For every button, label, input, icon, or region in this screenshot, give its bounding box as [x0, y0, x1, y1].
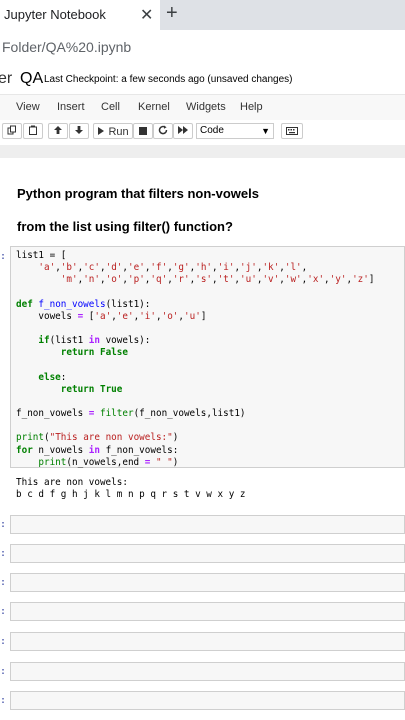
fast-forward-icon [178, 126, 188, 134]
cell-prompt: : [0, 666, 7, 677]
url-text: Folder/QA%20.ipynb [2, 39, 132, 55]
arrow-up-icon [54, 126, 62, 134]
output-line-2: b c d f g h j k l m n p q r s t v w x y … [16, 489, 246, 501]
copy-button[interactable] [2, 123, 22, 139]
output-line-1: This are non vowels: [16, 477, 128, 488]
markdown-heading-line-1: Python program that filters non-vowels [17, 186, 259, 201]
cell-prompt: : [0, 548, 7, 559]
copy-icon [7, 125, 16, 135]
notebook-header: er QA Last Checkpoint: a few seconds ago… [0, 64, 405, 94]
menu-kernel[interactable]: Kernel [138, 101, 170, 113]
empty-code-cell[interactable] [10, 515, 405, 534]
run-button[interactable]: Run [93, 123, 133, 139]
stop-icon [139, 127, 147, 135]
tab-title: Jupyter Notebook [4, 7, 106, 22]
cell-type-select[interactable]: Code ▼ [196, 123, 274, 139]
paste-icon [29, 125, 37, 135]
code-editor[interactable]: list1 = [ 'a','b','c','d','e','f','g','h… [16, 250, 374, 469]
menu-cell[interactable]: Cell [101, 101, 120, 113]
empty-code-cell[interactable] [10, 573, 405, 592]
keyboard-icon [286, 127, 298, 135]
toolbar-separator [0, 145, 405, 158]
jupyter-logo[interactable]: er [0, 70, 12, 88]
menu-help[interactable]: Help [240, 101, 263, 113]
menu-insert[interactable]: Insert [57, 101, 85, 113]
browser-tab-bar: Jupyter Notebook ✕ + [0, 0, 405, 30]
new-tab-button[interactable]: + [166, 2, 178, 25]
empty-code-cell[interactable] [10, 691, 405, 710]
menu-view[interactable]: View [16, 101, 40, 113]
notebook-toolbar: Run Code ▼ [0, 120, 405, 144]
run-label: Run [108, 126, 129, 138]
empty-code-cell[interactable] [10, 544, 405, 563]
play-icon [98, 127, 105, 135]
restart-button[interactable] [153, 123, 173, 139]
arrow-down-icon [75, 126, 83, 134]
cell-prompt: : [0, 251, 7, 262]
markdown-heading-line-2: from the list using filter() function? [17, 219, 233, 234]
browser-tab[interactable]: Jupyter Notebook ✕ [0, 0, 160, 30]
address-bar[interactable]: Folder/QA%20.ipynb [0, 30, 405, 65]
restart-run-all-button[interactable] [173, 123, 193, 139]
restart-icon [158, 125, 168, 135]
menu-bar: View Insert Cell Kernel Widgets Help [0, 94, 405, 122]
empty-code-cell[interactable] [10, 632, 405, 651]
interrupt-button[interactable] [133, 123, 153, 139]
cell-prompt: : [0, 636, 7, 647]
close-icon[interactable]: ✕ [140, 5, 153, 25]
checkpoint-status: Last Checkpoint: a few seconds ago (unsa… [44, 74, 293, 85]
paste-button[interactable] [23, 123, 43, 139]
cell-output: This are non vowels: b c d f g h j k l m… [16, 477, 246, 501]
cell-prompt: : [0, 577, 7, 588]
empty-code-cell[interactable] [10, 602, 405, 621]
menu-widgets[interactable]: Widgets [186, 101, 226, 113]
move-down-button[interactable] [69, 123, 89, 139]
cell-prompt: : [0, 519, 7, 530]
chevron-down-icon: ▼ [261, 126, 270, 136]
move-up-button[interactable] [48, 123, 68, 139]
empty-code-cell[interactable] [10, 662, 405, 681]
cell-prompt: : [0, 695, 7, 706]
command-palette-button[interactable] [281, 123, 303, 139]
cell-prompt: : [0, 606, 7, 617]
notebook-title[interactable]: QA [20, 70, 43, 88]
cell-type-value: Code [200, 125, 224, 136]
